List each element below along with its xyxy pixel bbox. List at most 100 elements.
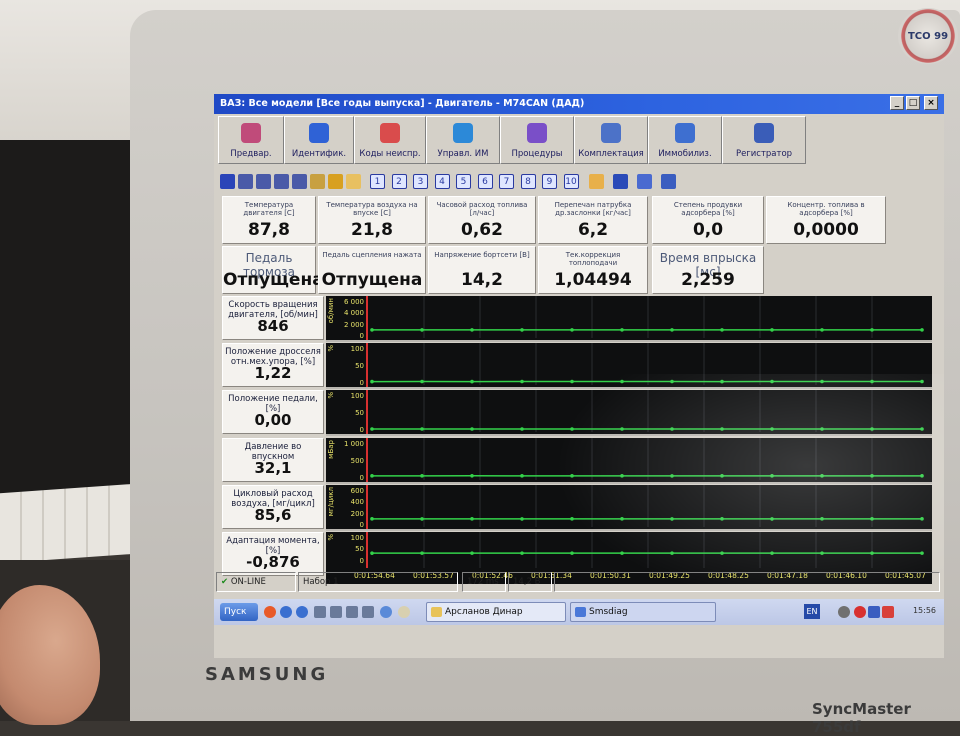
prev-icon[interactable] bbox=[256, 174, 271, 189]
graph-label-panel: Адаптация момента, [%]-0,876 bbox=[222, 532, 324, 576]
graph-point bbox=[870, 551, 874, 555]
graph-unit: мг/цикл bbox=[327, 487, 335, 516]
forward-icon[interactable] bbox=[296, 606, 308, 618]
preset-button-10[interactable]: 10 bbox=[564, 174, 579, 189]
marker-icon[interactable] bbox=[328, 174, 343, 189]
preset-button-2[interactable]: 2 bbox=[392, 174, 407, 189]
error-codes-icon bbox=[380, 123, 400, 143]
param-cell: Степень продувки адсорбера [%]0,0 bbox=[652, 196, 764, 244]
wave-icon[interactable] bbox=[661, 174, 676, 189]
zoom-icon[interactable] bbox=[310, 174, 325, 189]
param-value: 1,04494 bbox=[539, 270, 647, 290]
browser-icon[interactable] bbox=[264, 606, 276, 618]
toolbar-button-info[interactable]: Идентифик. bbox=[284, 116, 354, 164]
graph-point bbox=[520, 427, 524, 431]
param-caption: Температура воздуха на впуске [C] bbox=[321, 201, 423, 217]
preset-button-6[interactable]: 6 bbox=[478, 174, 493, 189]
graph-point bbox=[470, 380, 474, 384]
taskbar: Пуск Арсланов Динар Smsdiag EN 15:56 bbox=[214, 599, 944, 625]
preset-button-4[interactable]: 4 bbox=[435, 174, 450, 189]
dark-background bbox=[0, 140, 140, 500]
keyboard bbox=[0, 483, 150, 563]
recorder-icon bbox=[754, 123, 774, 143]
graph-point bbox=[470, 328, 474, 332]
first-icon[interactable] bbox=[238, 174, 253, 189]
toolbar-button-procedures[interactable]: Процедуры bbox=[500, 116, 574, 164]
open-folder-icon[interactable] bbox=[346, 174, 361, 189]
graph-point bbox=[770, 380, 774, 384]
quicklaunch-app-icon[interactable] bbox=[380, 606, 392, 618]
graph-point bbox=[670, 474, 674, 478]
preset-button-9[interactable]: 9 bbox=[542, 174, 557, 189]
preset-button-7[interactable]: 7 bbox=[499, 174, 514, 189]
save-icon[interactable] bbox=[613, 174, 628, 189]
graph-point bbox=[370, 551, 374, 555]
toolbar-button-actuator-control[interactable]: Управл. ИМ bbox=[426, 116, 500, 164]
preset-button-5[interactable]: 5 bbox=[456, 174, 471, 189]
toolbar-button-immobilizer[interactable]: Иммобилиз. bbox=[648, 116, 722, 164]
tray-antivirus-icon[interactable] bbox=[882, 606, 894, 618]
graph-plot: мБар1 0005000 bbox=[326, 438, 932, 484]
quicklaunch-doc-icon[interactable] bbox=[398, 606, 410, 618]
fast-back-icon[interactable] bbox=[292, 174, 307, 189]
graph-tick-label: 50 bbox=[355, 409, 364, 417]
window-titlebar[interactable]: ВАЗ: Все модели [Все годы выпуска] - Дви… bbox=[214, 94, 944, 114]
preset-button-3[interactable]: 3 bbox=[413, 174, 428, 189]
graph-point bbox=[870, 474, 874, 478]
quicklaunch-window4-icon[interactable] bbox=[362, 606, 374, 618]
preset-button-1[interactable]: 1 bbox=[370, 174, 385, 189]
graph-point bbox=[770, 427, 774, 431]
graph-point bbox=[620, 328, 624, 332]
graph-trace bbox=[368, 343, 928, 385]
maximize-button[interactable]: □ bbox=[906, 96, 920, 110]
configuration-icon bbox=[601, 123, 621, 143]
folder-icon[interactable] bbox=[589, 174, 604, 189]
param-value: 14,2 bbox=[429, 270, 535, 290]
quicklaunch-window3-icon[interactable] bbox=[346, 606, 358, 618]
back-icon[interactable] bbox=[280, 606, 292, 618]
graph-tick-label: 100 bbox=[351, 534, 364, 542]
graph-tick-label: 0 bbox=[360, 521, 364, 529]
toolbar-button-preview[interactable]: Предвар. bbox=[218, 116, 284, 164]
graph-point bbox=[570, 380, 574, 384]
toolbar-button-configuration[interactable]: Комплектация bbox=[574, 116, 648, 164]
graph-label-panel: Положение педали, [%]0,00 bbox=[222, 390, 324, 434]
minimize-button[interactable]: _ bbox=[890, 96, 904, 110]
tray-settings-icon[interactable] bbox=[838, 606, 850, 618]
export-icon[interactable] bbox=[637, 174, 652, 189]
task-smsdiag[interactable]: Smsdiag bbox=[570, 602, 716, 622]
task-folder[interactable]: Арсланов Динар bbox=[426, 602, 566, 622]
graph-point bbox=[420, 380, 424, 384]
param-caption: Температура двигателя [C] bbox=[225, 201, 313, 217]
start-button[interactable]: Пуск bbox=[220, 603, 258, 621]
param-cell: Температура воздуха на впуске [C]21,8 bbox=[318, 196, 426, 244]
graph-point bbox=[520, 551, 524, 555]
quicklaunch-window-icon[interactable] bbox=[314, 606, 326, 618]
language-indicator[interactable]: EN bbox=[804, 604, 820, 619]
back-icon[interactable] bbox=[274, 174, 289, 189]
graph-label-panel: Давление во впускном32,1 bbox=[222, 438, 324, 482]
graph-point bbox=[820, 517, 824, 521]
tray-stop-icon[interactable] bbox=[854, 606, 866, 618]
tray-app-icon[interactable] bbox=[868, 606, 880, 618]
toolbar-button-label: Иммобилиз. bbox=[649, 149, 721, 159]
pause-icon[interactable] bbox=[220, 174, 235, 189]
toolbar-button-label: Идентифик. bbox=[285, 149, 353, 159]
toolbar-button-recorder[interactable]: Регистратор bbox=[722, 116, 806, 164]
online-label: ON-LINE bbox=[231, 577, 266, 587]
toolbar-button-label: Регистратор bbox=[723, 149, 805, 159]
graph-current-value: 846 bbox=[223, 317, 323, 335]
param-cell: Педаль тормозаОтпущена bbox=[222, 246, 316, 294]
graph-point bbox=[470, 551, 474, 555]
param-caption: Часовой расход топлива [л/час] bbox=[431, 201, 533, 217]
graph-label-panel: Скорость вращения двигателя, [об/мин]846 bbox=[222, 296, 324, 340]
graph-tick-label: 100 bbox=[351, 392, 364, 400]
toolbar-button-error-codes[interactable]: Коды неиспр. bbox=[354, 116, 426, 164]
graph-current-value: 85,6 bbox=[223, 506, 323, 524]
graph-point bbox=[420, 427, 424, 431]
preset-button-8[interactable]: 8 bbox=[521, 174, 536, 189]
param-caption: Напряжение бортсети [В] bbox=[431, 251, 533, 259]
graph-point bbox=[720, 517, 724, 521]
quicklaunch-window2-icon[interactable] bbox=[330, 606, 342, 618]
close-button[interactable]: × bbox=[924, 96, 938, 110]
